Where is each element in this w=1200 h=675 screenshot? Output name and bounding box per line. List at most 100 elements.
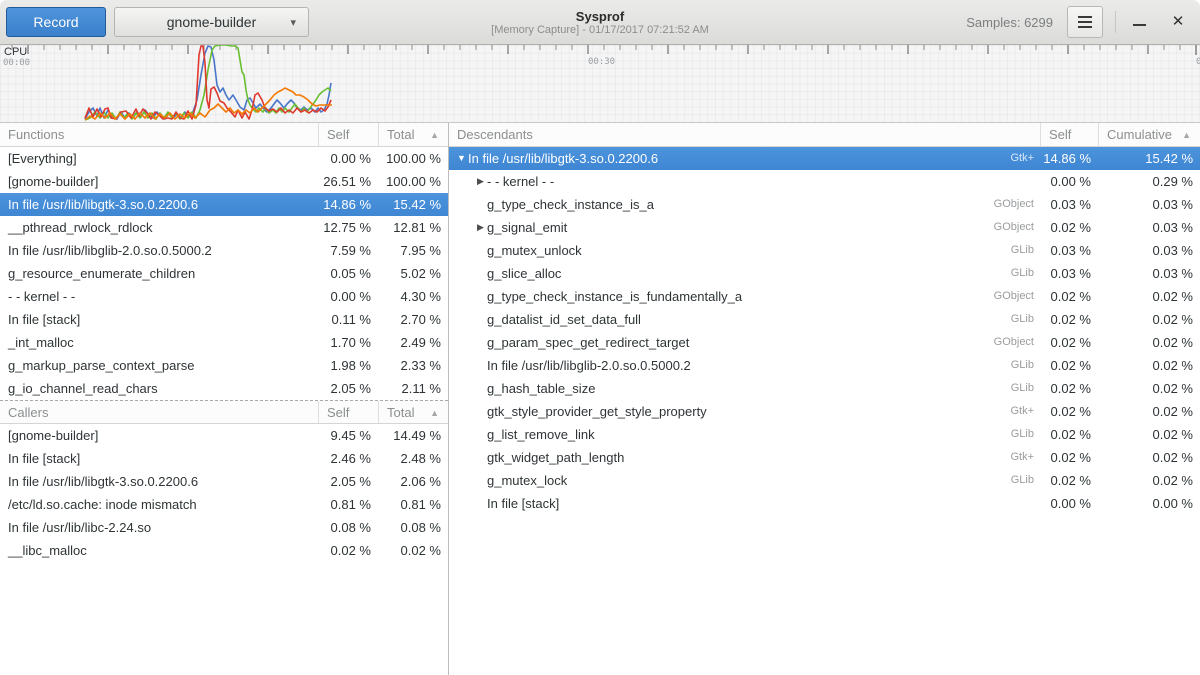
tree-row[interactable]: g_type_check_instance_is_fundamentally_a… (449, 285, 1200, 308)
descendant-name: - - kernel - - (487, 170, 554, 193)
table-row[interactable]: In file /usr/lib/libgtk-3.so.0.2200.6 2.0… (0, 470, 448, 493)
self-percent: 14.86 % (318, 193, 378, 216)
descendants-table: ▼In file /usr/lib/libgtk-3.so.0.2200.6Gt… (449, 147, 1200, 515)
functions-self-column-header[interactable]: Self (318, 123, 378, 146)
self-percent: 7.59 % (318, 239, 378, 262)
functions-table: [Everything]0.00 %100.00 %[gnome-builder… (0, 147, 448, 400)
cumulative-percent: 0.02 % (1098, 331, 1200, 354)
tree-row[interactable]: In file [stack]0.00 %0.00 % (449, 492, 1200, 515)
right-panel-empty (449, 515, 1200, 675)
descendant-name: g_type_check_instance_is_a (487, 193, 654, 216)
tree-row[interactable]: In file /usr/lib/libglib-2.0.so.0.5000.2… (449, 354, 1200, 377)
self-percent: 0.02 % (1040, 216, 1098, 239)
callers-self-column-header[interactable]: Self (318, 401, 378, 423)
library-tag: GLib (1011, 354, 1040, 377)
tree-row[interactable]: g_list_remove_linkGLib0.02 %0.02 % (449, 423, 1200, 446)
table-row[interactable]: In file /usr/lib/libgtk-3.so.0.2200.614.… (0, 193, 448, 216)
expander-closed-icon[interactable]: ▶ (474, 170, 487, 193)
total-percent: 2.06 % (378, 470, 448, 493)
window-title: Sysprof (576, 9, 624, 24)
self-percent: 12.75 % (318, 216, 378, 239)
table-row[interactable]: - - kernel - -0.00 %4.30 % (0, 285, 448, 308)
table-row[interactable]: [gnome-builder]9.45 %14.49 % (0, 424, 448, 447)
library-tag: GObject (994, 216, 1040, 239)
library-tag: Gtk+ (1010, 147, 1040, 170)
callers-total-column-header[interactable]: Total ▲ (378, 401, 448, 423)
library-tag: GObject (994, 193, 1040, 216)
tree-row[interactable]: ▼In file /usr/lib/libgtk-3.so.0.2200.6Gt… (449, 147, 1200, 170)
cumulative-percent: 0.02 % (1098, 308, 1200, 331)
total-percent: 15.42 % (378, 193, 448, 216)
cpu-graph[interactable]: CPU 00:00 00:30 01:00 (0, 45, 1200, 123)
descendant-name: g_slice_alloc (487, 262, 561, 285)
table-row[interactable]: __libc_malloc0.02 %0.02 % (0, 539, 448, 562)
tree-row[interactable]: g_mutex_unlockGLib0.03 %0.03 % (449, 239, 1200, 262)
table-row[interactable]: g_io_channel_read_chars2.05 %2.11 % (0, 377, 448, 400)
table-row[interactable]: __pthread_rwlock_rdlock12.75 %12.81 % (0, 216, 448, 239)
sysprof-window: Record gnome-builder ▾ Sysprof [Memory C… (0, 0, 1200, 675)
cumulative-percent: 15.42 % (1098, 147, 1200, 170)
tree-row[interactable]: gtk_widget_path_lengthGtk+0.02 %0.02 % (449, 446, 1200, 469)
self-percent: 0.03 % (1040, 193, 1098, 216)
table-row[interactable]: In file /usr/lib/libglib-2.0.so.0.5000.2… (0, 239, 448, 262)
minimize-button[interactable] (1128, 10, 1152, 34)
library-tag: GLib (1011, 423, 1040, 446)
table-row[interactable]: [Everything]0.00 %100.00 % (0, 147, 448, 170)
record-button[interactable]: Record (6, 7, 106, 37)
tree-row[interactable]: g_slice_allocGLib0.03 %0.03 % (449, 262, 1200, 285)
table-row[interactable]: In file [stack]2.46 %2.48 % (0, 447, 448, 470)
function-name: In file [stack] (0, 308, 318, 331)
process-selector-label: gnome-builder (167, 14, 257, 30)
self-percent: 0.03 % (1040, 239, 1098, 262)
self-percent: 0.02 % (1040, 423, 1098, 446)
tree-row[interactable]: g_hash_table_sizeGLib0.02 %0.02 % (449, 377, 1200, 400)
self-percent: 0.02 % (1040, 377, 1098, 400)
expander-open-icon[interactable]: ▼ (455, 147, 468, 170)
descendant-name: g_datalist_id_set_data_full (487, 308, 641, 331)
descendants-self-column-header[interactable]: Self (1040, 123, 1098, 146)
close-button[interactable]: ✕ (1166, 10, 1190, 34)
table-row[interactable]: In file /usr/lib/libc-2.24.so0.08 %0.08 … (0, 516, 448, 539)
functions-column-header[interactable]: Functions (0, 123, 318, 146)
table-row[interactable]: [gnome-builder]26.51 %100.00 % (0, 170, 448, 193)
callers-column-header[interactable]: Callers (0, 401, 318, 423)
function-name: In file /usr/lib/libc-2.24.so (0, 516, 318, 539)
samples-count: Samples: 6299 (966, 15, 1053, 30)
total-percent: 100.00 % (378, 147, 448, 170)
library-tag: GLib (1011, 308, 1040, 331)
tree-row[interactable]: ▶- - kernel - -0.00 %0.29 % (449, 170, 1200, 193)
cumulative-percent: 0.29 % (1098, 170, 1200, 193)
descendants-cumulative-column-header[interactable]: Cumulative ▲ (1098, 123, 1200, 146)
table-row[interactable]: _int_malloc1.70 %2.49 % (0, 331, 448, 354)
tree-row[interactable]: g_datalist_id_set_data_fullGLib0.02 %0.0… (449, 308, 1200, 331)
function-name: In file /usr/lib/libgtk-3.so.0.2200.6 (0, 470, 318, 493)
descendant-name: g_list_remove_link (487, 423, 595, 446)
tree-row[interactable]: ▶g_signal_emitGObject0.02 %0.03 % (449, 216, 1200, 239)
table-row[interactable]: /etc/ld.so.cache: inode mismatch0.81 %0.… (0, 493, 448, 516)
self-percent: 2.46 % (318, 447, 378, 470)
descendants-panel: Descendants Self Cumulative ▲ ▼In file /… (449, 123, 1200, 675)
tree-row[interactable]: g_mutex_lockGLib0.02 %0.02 % (449, 469, 1200, 492)
functions-total-column-header[interactable]: Total ▲ (378, 123, 448, 146)
tree-row[interactable]: gtk_style_provider_get_style_propertyGtk… (449, 400, 1200, 423)
total-percent: 2.49 % (378, 331, 448, 354)
descendants-column-header[interactable]: Descendants (449, 123, 1040, 146)
self-percent: 0.00 % (318, 147, 378, 170)
table-row[interactable]: g_markup_parse_context_parse1.98 %2.33 % (0, 354, 448, 377)
table-row[interactable]: g_resource_enumerate_children0.05 %5.02 … (0, 262, 448, 285)
expander-closed-icon[interactable]: ▶ (474, 216, 487, 239)
descendants-header: Descendants Self Cumulative ▲ (449, 123, 1200, 147)
tree-row[interactable]: g_type_check_instance_is_aGObject0.03 %0… (449, 193, 1200, 216)
sort-ascending-icon: ▲ (430, 124, 439, 146)
menu-button[interactable] (1067, 6, 1103, 38)
tree-row[interactable]: g_param_spec_get_redirect_targetGObject0… (449, 331, 1200, 354)
self-percent: 0.02 % (318, 539, 378, 562)
self-percent: 1.98 % (318, 354, 378, 377)
process-selector-dropdown[interactable]: gnome-builder ▾ (114, 7, 309, 37)
total-percent: 100.00 % (378, 170, 448, 193)
total-percent: 2.70 % (378, 308, 448, 331)
self-percent: 0.00 % (318, 285, 378, 308)
self-percent: 0.02 % (1040, 331, 1098, 354)
descendant-name: In file /usr/lib/libglib-2.0.so.0.5000.2 (487, 354, 691, 377)
table-row[interactable]: In file [stack]0.11 %2.70 % (0, 308, 448, 331)
